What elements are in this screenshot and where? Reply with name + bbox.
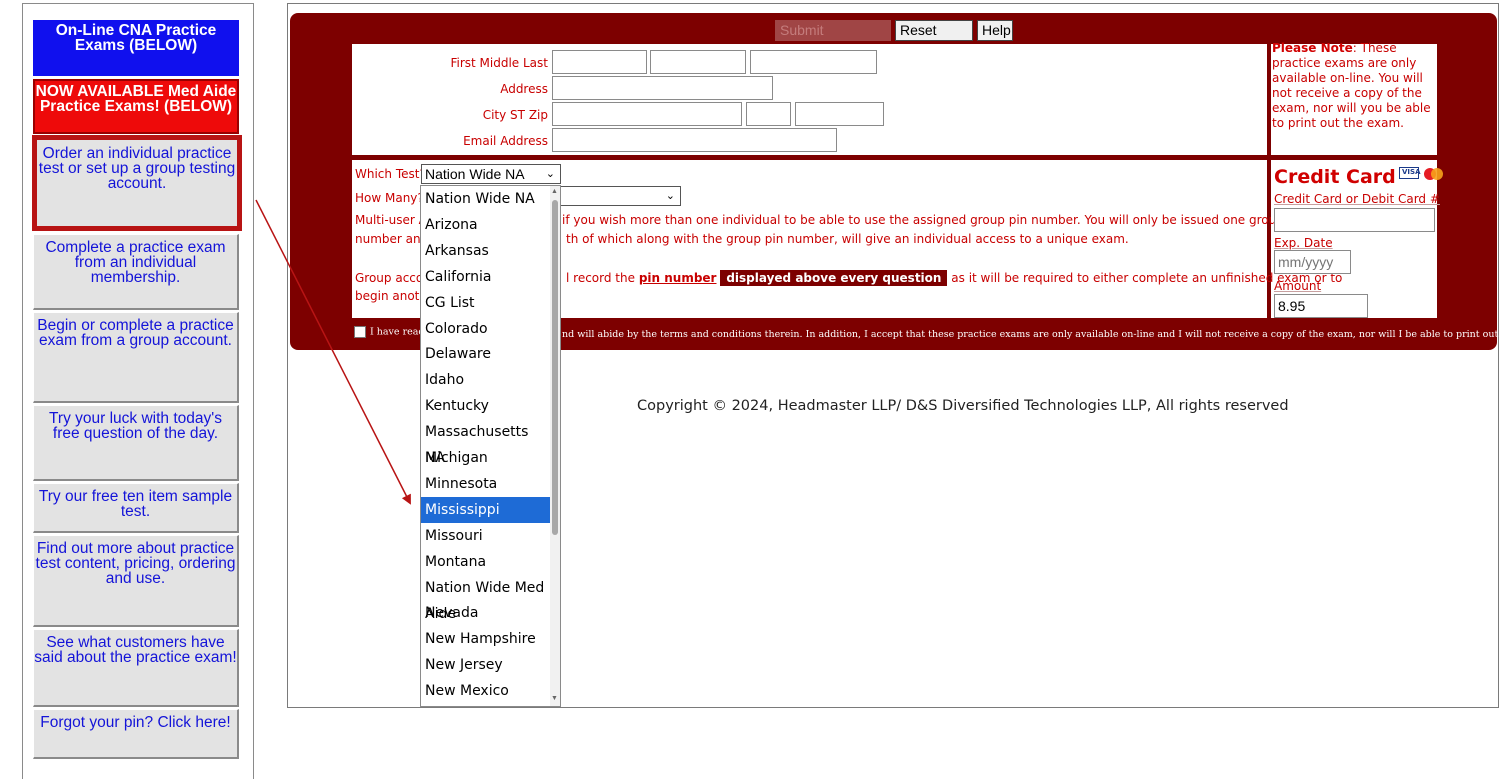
group-line1-rest: l record the pin number displayed above … (566, 269, 1342, 287)
scroll-down-icon[interactable]: ▼ (551, 695, 558, 702)
dropdown-option[interactable]: Missouri (421, 523, 551, 549)
dropdown-option[interactable]: New Jersey (421, 652, 551, 678)
name-label: First Middle Last (450, 56, 548, 70)
scroll-thumb[interactable] (552, 200, 558, 535)
dropdown-option[interactable]: Mississippi (421, 496, 551, 523)
exp-date-input[interactable] (1274, 250, 1351, 274)
how-many-label: How Many? (355, 191, 424, 205)
pin-number-link[interactable]: pin number (639, 271, 717, 285)
visa-icon: VISA (1399, 167, 1421, 179)
scroll-up-icon[interactable]: ▲ (551, 188, 558, 195)
reset-fields-button[interactable]: Reset Fields (895, 20, 973, 57)
terms-checkbox[interactable] (354, 326, 366, 338)
chevron-down-icon: ⌄ (545, 168, 555, 180)
group-mid-text: l record the (566, 271, 639, 285)
city-label: City ST Zip (482, 108, 548, 122)
chevron-down-icon: ⌄ (665, 190, 675, 202)
which-test-select[interactable]: Nation Wide NA ⌄ (421, 164, 561, 184)
copyright-text: Copyright © 2024, Headmaster LLP/ D&S Di… (637, 398, 1289, 414)
state-input[interactable] (746, 102, 791, 126)
mastercard-icon (1422, 167, 1444, 181)
multi-user-line2-start: number and (355, 232, 429, 246)
dropdown-option[interactable]: Minnesota (421, 471, 551, 497)
dropdown-scrollbar[interactable]: ▲ ▼ (550, 186, 560, 706)
address-label: Address (500, 82, 548, 96)
dropdown-option[interactable]: New Hampshire (421, 626, 551, 652)
amount-label: Amount (1274, 279, 1322, 293)
which-test-label: Which Test? (355, 167, 426, 181)
order-practice-test-button[interactable]: Order an individual practice test or set… (32, 135, 242, 231)
cna-exams-banner[interactable]: On-Line CNA Practice Exams (BELOW) (33, 20, 239, 76)
last-name-input[interactable] (750, 50, 877, 74)
address-input[interactable] (552, 76, 773, 100)
amount-input[interactable] (1274, 294, 1368, 318)
dropdown-option[interactable]: Kentucky (421, 393, 551, 419)
dropdown-option[interactable]: Colorado (421, 316, 551, 342)
question-of-the-day-button[interactable]: Try your luck with today's free question… (33, 405, 239, 481)
dropdown-option[interactable]: California (421, 264, 551, 290)
dropdown-option[interactable]: Montana (421, 549, 551, 575)
forgot-pin-button[interactable]: Forgot your pin? Click here! (33, 709, 239, 759)
dropdown-option[interactable]: Massachusetts NA (421, 419, 551, 466)
email-label: Email Address (463, 134, 548, 148)
visa-text: VISA (1402, 168, 1421, 176)
note-heading: Please Note (1272, 41, 1353, 55)
first-name-input[interactable] (552, 50, 647, 74)
middle-name-input[interactable] (650, 50, 746, 74)
dropdown-option[interactable]: Nation Wide Med Aide (421, 575, 551, 622)
agree-text-rest: nd will abide by the terms and condition… (562, 329, 1505, 340)
dropdown-option[interactable]: Arkansas (421, 238, 551, 264)
exp-date-label: Exp. Date (1274, 236, 1333, 250)
email-input[interactable] (552, 128, 837, 152)
dropdown-option[interactable]: Arizona (421, 212, 551, 238)
dropdown-option[interactable]: New Mexico (421, 678, 551, 704)
help-button[interactable]: Help (977, 20, 1013, 41)
multi-user-line2-rest: th of which along with the group pin num… (566, 232, 1129, 246)
displayed-highlight: displayed above every question (720, 270, 948, 286)
sample-test-button[interactable]: Try our free ten item sample test. (33, 483, 239, 533)
which-test-dropdown-list[interactable]: Nation Wide NA Arizona Arkansas California C… (420, 185, 561, 707)
submit-registration-button[interactable]: Submit Registration (775, 20, 891, 57)
city-input[interactable] (552, 102, 742, 126)
testimonials-button[interactable]: See what customers have said about the p… (33, 629, 239, 707)
dropdown-option[interactable]: Delaware (421, 341, 551, 367)
dropdown-option[interactable]: Nation Wide NA (421, 186, 551, 212)
dropdown-option[interactable]: Michigan (421, 445, 551, 471)
card-number-input[interactable] (1274, 208, 1435, 232)
complete-individual-exam-button[interactable]: Complete a practice exam from an individ… (33, 234, 239, 310)
practice-note: Please Note: These practice exams are on… (1272, 41, 1437, 154)
card-number-label: Credit Card or Debit Card # (1274, 192, 1440, 206)
credit-card-title: Credit Card (1274, 166, 1396, 188)
med-aide-banner[interactable]: NOW AVAILABLE Med Aide Practice Exams! (… (33, 79, 239, 134)
dropdown-option[interactable]: CG List (421, 290, 551, 316)
dropdown-option[interactable]: Idaho (421, 367, 551, 393)
which-test-value: Nation Wide NA (425, 166, 525, 182)
dropdown-option[interactable]: Nevada (421, 600, 551, 626)
multi-user-line1-rest: if you wish more than one individual to … (562, 213, 1307, 227)
group-account-exam-button[interactable]: Begin or complete a practice exam from a… (33, 312, 239, 403)
zip-input[interactable] (795, 102, 884, 126)
more-info-button[interactable]: Find out more about practice test conten… (33, 535, 239, 627)
sidebar: On-Line CNA Practice Exams (BELOW) NOW A… (22, 3, 254, 779)
